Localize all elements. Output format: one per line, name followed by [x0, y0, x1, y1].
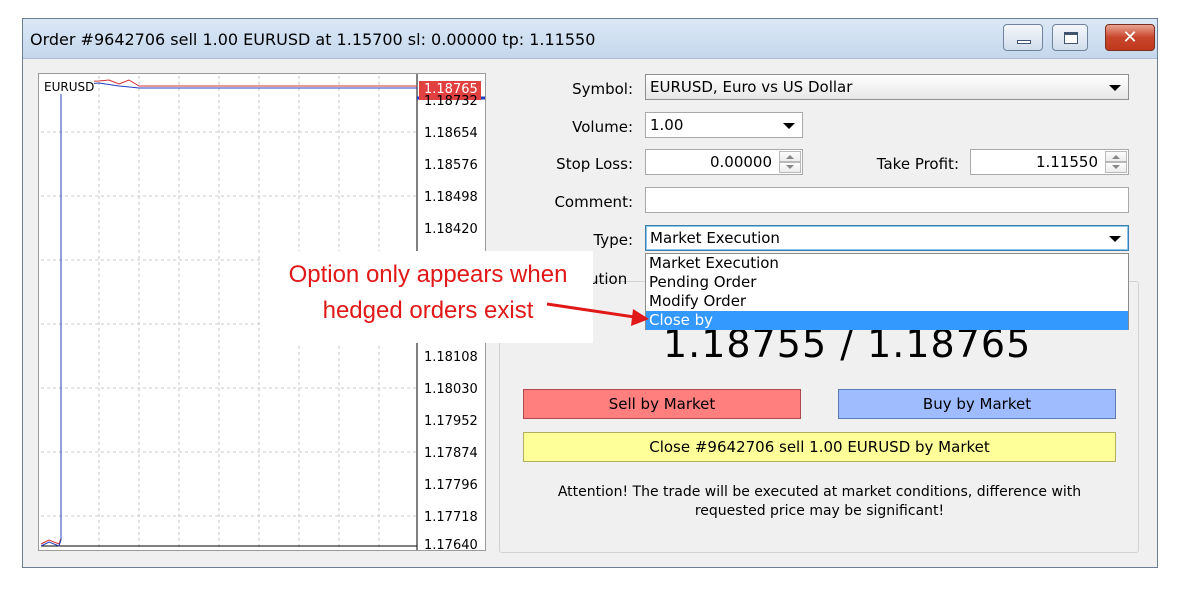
attention-text: Attention! The trade will be executed at…	[523, 483, 1116, 521]
price-axis-label: 1.18576	[424, 158, 478, 173]
volume-input[interactable]: 1.00	[645, 112, 803, 138]
attention-line: Attention! The trade will be executed at…	[557, 484, 1082, 500]
type-dropdown-list[interactable]: Market Execution Pending Order Modify Or…	[645, 253, 1129, 330]
stoploss-input[interactable]: 0.00000	[645, 149, 803, 175]
annotation-callout: Option only appears when hedged orders e…	[263, 251, 593, 343]
close-button[interactable]: ✕	[1105, 24, 1155, 51]
dropdown-option-pending-order[interactable]: Pending Order	[646, 273, 1128, 292]
symbol-select[interactable]: EURUSD, Euro vs US Dollar	[645, 74, 1129, 100]
title-bar[interactable]: Order #9642706 sell 1.00 EURUSD at 1.157…	[23, 19, 1157, 59]
volume-value: 1.00	[650, 116, 684, 134]
execution-group-title: ution	[589, 270, 628, 288]
window-title: Order #9642706 sell 1.00 EURUSD at 1.157…	[30, 30, 596, 49]
chevron-down-icon	[783, 123, 795, 129]
price-axis-label: 1.18498	[424, 190, 478, 205]
symbol-label: Symbol:	[572, 80, 633, 98]
maximize-button[interactable]	[1052, 24, 1088, 51]
maximize-icon	[1064, 32, 1078, 44]
price-axis-label: 1.18732	[424, 94, 478, 109]
price-axis-label: 1.18030	[424, 382, 478, 397]
takeprofit-label: Take Profit:	[876, 155, 959, 173]
price-axis-label: 1.18108	[424, 350, 478, 365]
type-value: Market Execution	[650, 229, 780, 247]
close-order-button[interactable]: Close #9642706 sell 1.00 EURUSD by Marke…	[523, 432, 1116, 462]
symbol-value: EURUSD, Euro vs US Dollar	[650, 78, 853, 96]
price-axis-label: 1.18654	[424, 126, 478, 141]
stoploss-label: Stop Loss:	[556, 155, 633, 173]
dropdown-option-market-execution[interactable]: Market Execution	[646, 254, 1128, 273]
minimize-icon	[1017, 40, 1031, 44]
order-dialog: Order #9642706 sell 1.00 EURUSD at 1.157…	[22, 18, 1158, 568]
price-axis-label: 1.17718	[424, 510, 478, 525]
chevron-down-icon	[1109, 236, 1121, 242]
stoploss-spinner[interactable]	[779, 151, 801, 173]
price-axis-label: 1.17874	[424, 446, 478, 461]
comment-label: Comment:	[554, 193, 633, 211]
sell-by-market-button[interactable]: Sell by Market	[523, 389, 801, 419]
close-icon: ✕	[1122, 27, 1138, 48]
buy-by-market-button[interactable]: Buy by Market	[838, 389, 1116, 419]
chevron-down-icon	[1109, 85, 1121, 91]
price-axis-label: 1.17640	[424, 538, 478, 553]
spin-down-icon[interactable]	[1105, 162, 1127, 173]
price-axis-label: 1.18420	[424, 222, 478, 237]
spin-up-icon[interactable]	[1105, 151, 1127, 162]
price-axis-label: 1.17952	[424, 414, 478, 429]
dropdown-option-modify-order[interactable]: Modify Order	[646, 292, 1128, 311]
annotation-arrow-icon	[546, 302, 649, 326]
spin-up-icon[interactable]	[779, 151, 801, 162]
attention-line: requested price may be significant!	[694, 503, 945, 519]
takeprofit-value: 1.11550	[1035, 153, 1098, 171]
comment-input[interactable]	[645, 187, 1129, 213]
annotation-line: Option only appears when	[288, 261, 568, 288]
takeprofit-spinner[interactable]	[1105, 151, 1127, 173]
takeprofit-input[interactable]: 1.11550	[970, 149, 1129, 175]
dropdown-option-close-by[interactable]: Close by	[646, 311, 1128, 330]
chart-symbol-label: EURUSD	[44, 80, 95, 94]
price-axis-label: 1.17796	[424, 478, 478, 493]
spin-down-icon[interactable]	[779, 162, 801, 173]
type-select[interactable]: Market Execution	[645, 225, 1129, 251]
volume-label: Volume:	[572, 118, 633, 136]
stoploss-value: 0.00000	[709, 153, 772, 171]
minimize-button[interactable]	[1003, 24, 1043, 51]
type-label: Type:	[593, 231, 633, 249]
